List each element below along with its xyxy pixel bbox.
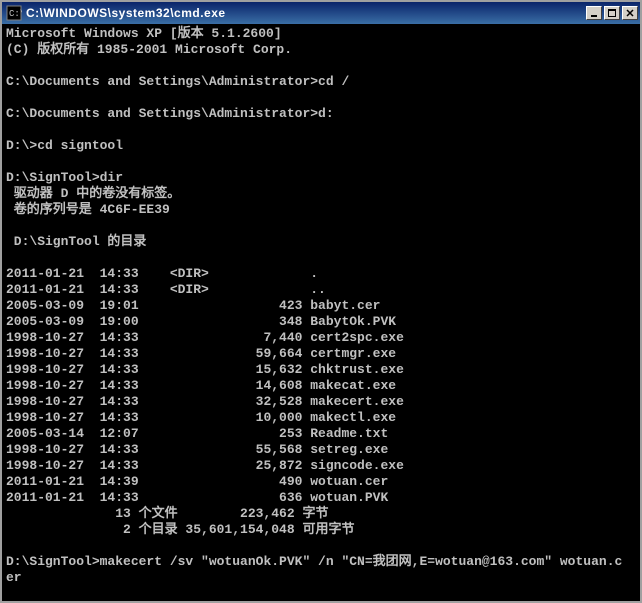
titlebar[interactable]: C:\ C:\WINDOWS\system32\cmd.exe (2, 2, 640, 24)
svg-text:C:\: C:\ (9, 9, 22, 19)
cmd-window: C:\ C:\WINDOWS\system32\cmd.exe Microsof… (0, 0, 642, 603)
minimize-button[interactable] (586, 6, 602, 20)
cmd-icon: C:\ (6, 5, 22, 21)
window-buttons (586, 6, 638, 20)
maximize-button[interactable] (604, 6, 620, 20)
close-button[interactable] (622, 6, 638, 20)
window-title: C:\WINDOWS\system32\cmd.exe (26, 6, 586, 20)
console-output[interactable]: Microsoft Windows XP [版本 5.1.2600] (C) 版… (2, 24, 640, 601)
